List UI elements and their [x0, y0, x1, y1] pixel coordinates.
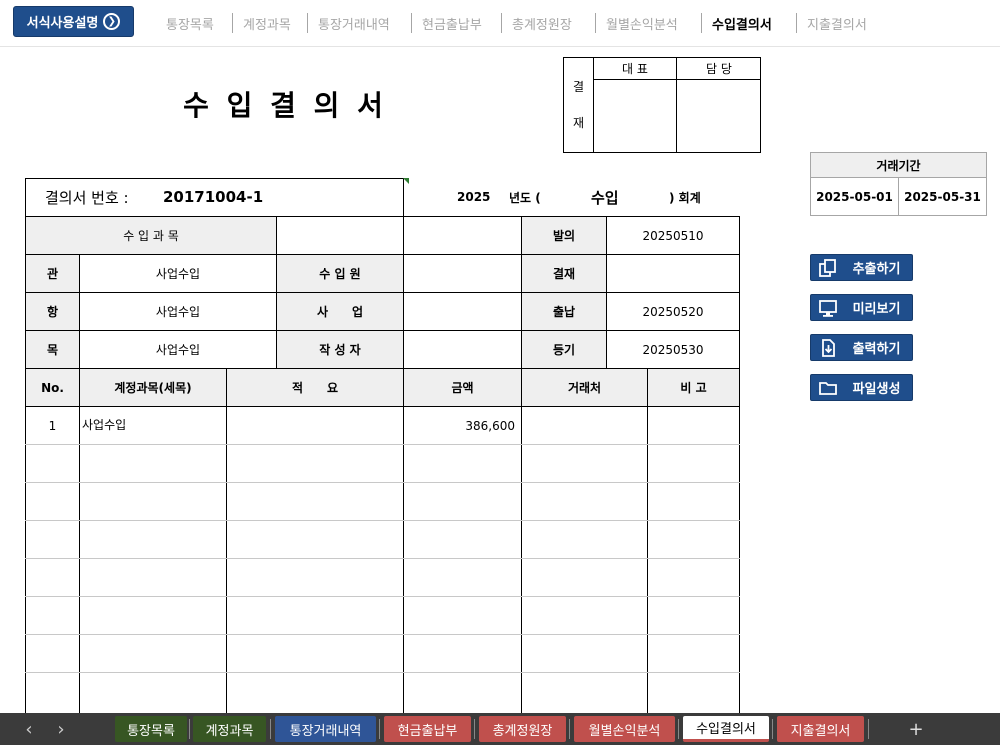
accounting-type: 수입 [591, 188, 619, 207]
date-label-registration: 등기 [552, 343, 576, 357]
col-header-vendor: 거래처 [567, 381, 602, 395]
row-amount[interactable]: 386,600 [404, 407, 515, 444]
approval-ceo-header: 대 표 [622, 62, 648, 76]
date-label-disbursement: 출납 [552, 305, 576, 319]
row-account[interactable]: 사업수입 [82, 407, 222, 442]
date-value-registration[interactable]: 20250530 [607, 331, 739, 368]
sheet-tab-transactions[interactable]: 통장거래내역 [275, 716, 376, 742]
subject-gwan-value[interactable]: 사업수입 [80, 255, 276, 292]
create-file-button-label: 파일생성 [852, 382, 901, 397]
fiscal-year-label: 년도 ( [509, 190, 541, 205]
page-title: 수 입 결 의 서 [183, 89, 387, 122]
col-header-account: 계정과목(세목) [114, 381, 192, 395]
arrow-right-icon: ❯ [103, 13, 121, 30]
fiscal-year: 2025 [457, 190, 491, 204]
date-value-proposal[interactable]: 20250510 [607, 217, 739, 254]
nav-divider [701, 13, 702, 33]
col-header-no: No. [41, 380, 64, 395]
col-header-note: 비 고 [680, 381, 707, 395]
row-no[interactable]: 1 [26, 407, 79, 444]
row-description[interactable] [227, 407, 403, 444]
sheet-tab-income-resolution[interactable]: 수입결의서 [683, 716, 769, 742]
row-vendor[interactable] [522, 407, 647, 444]
row-label-mok: 목 [46, 343, 59, 357]
nav-link-ledger[interactable]: 총계정원장 [512, 12, 572, 34]
nav-link-transactions[interactable]: 통장거래내역 [318, 12, 390, 34]
approval-side-label: 결 [572, 79, 585, 94]
subject-header: 수 입 과 목 [123, 229, 179, 243]
preview-button-label: 미리보기 [852, 302, 901, 317]
period-end: 2025-05-31 [904, 190, 981, 204]
sheet-tab-monthly-pl[interactable]: 월별손익분석 [574, 716, 675, 742]
nav-divider [232, 13, 233, 33]
income-source-value[interactable] [404, 255, 521, 292]
help-button[interactable]: 서식사용설명 ❯ [13, 6, 134, 37]
nav-link-accounts[interactable]: 계정과목 [243, 12, 291, 34]
nav-underline [0, 46, 1000, 47]
print-button[interactable]: 출력하기 [810, 334, 913, 361]
nav-link-expense-resolution[interactable]: 지출결의서 [807, 12, 867, 34]
accounting-suffix: ) 회계 [669, 190, 701, 205]
row-label-hang: 항 [46, 305, 59, 319]
document-download-icon [811, 335, 845, 360]
nav-divider [307, 13, 308, 33]
income-source-label: 수 입 원 [319, 267, 361, 281]
period-start: 2025-05-01 [816, 190, 893, 204]
subject-hang-value[interactable]: 사업수입 [80, 293, 276, 330]
business-label: 사 업 [316, 305, 364, 319]
sheet-tab-accounts[interactable]: 계정과목 [193, 716, 266, 742]
row-label-gwan: 관 [46, 267, 59, 281]
author-label: 작 성 자 [319, 343, 361, 357]
date-value-disbursement[interactable]: 20250520 [607, 293, 739, 330]
nav-link-cashbook[interactable]: 현금출납부 [422, 12, 482, 34]
sheet-tab-ledger[interactable]: 총계정원장 [479, 716, 566, 742]
folder-icon [811, 375, 845, 400]
sheet-tab-expense-resolution[interactable]: 지출결의서 [777, 716, 864, 742]
nav-link-income-resolution[interactable]: 수입결의서 [712, 12, 772, 34]
nav-divider [501, 13, 502, 33]
print-button-label: 출력하기 [852, 342, 901, 357]
date-label-approval: 결재 [552, 267, 576, 281]
add-sheet-icon[interactable]: + [905, 716, 927, 742]
period-label: 거래기간 [876, 158, 921, 173]
nav-divider [595, 13, 596, 33]
sheet-tab-account-list[interactable]: 통장목록 [115, 716, 187, 742]
copy-icon [811, 255, 845, 280]
resolution-number: 20171004-1 [163, 188, 264, 206]
resolution-number-label: 결의서 번호 : [45, 188, 129, 207]
extract-button-label: 추출하기 [852, 262, 901, 277]
preview-button[interactable]: 미리보기 [810, 294, 913, 321]
row-note[interactable] [648, 407, 739, 444]
nav-link-account-list[interactable]: 통장목록 [166, 12, 214, 34]
nav-divider [411, 13, 412, 33]
approval-manager-header: 담 당 [706, 62, 732, 76]
create-file-button[interactable]: 파일생성 [810, 374, 913, 401]
tab-scroll-right-icon[interactable]: › [52, 716, 70, 742]
author-value[interactable] [404, 331, 521, 368]
cell-comment-marker [403, 178, 409, 184]
monitor-icon [811, 295, 845, 320]
subject-mok-value[interactable]: 사업수입 [80, 331, 276, 368]
extract-button[interactable]: 추출하기 [810, 254, 913, 281]
approval-side-label: 재 [572, 115, 585, 130]
col-header-amount: 금액 [451, 381, 474, 395]
date-label-proposal: 발의 [552, 229, 576, 243]
date-value-approval[interactable] [607, 255, 739, 292]
col-header-description: 적 요 [291, 381, 339, 395]
sheet-tab-cashbook[interactable]: 현금출납부 [384, 716, 471, 742]
tab-scroll-left-icon[interactable]: ‹ [20, 716, 38, 742]
nav-divider [796, 13, 797, 33]
nav-link-monthly-pl[interactable]: 월별손익분석 [606, 12, 678, 34]
business-value[interactable] [404, 293, 521, 330]
help-button-label: 서식사용설명 [26, 16, 99, 31]
